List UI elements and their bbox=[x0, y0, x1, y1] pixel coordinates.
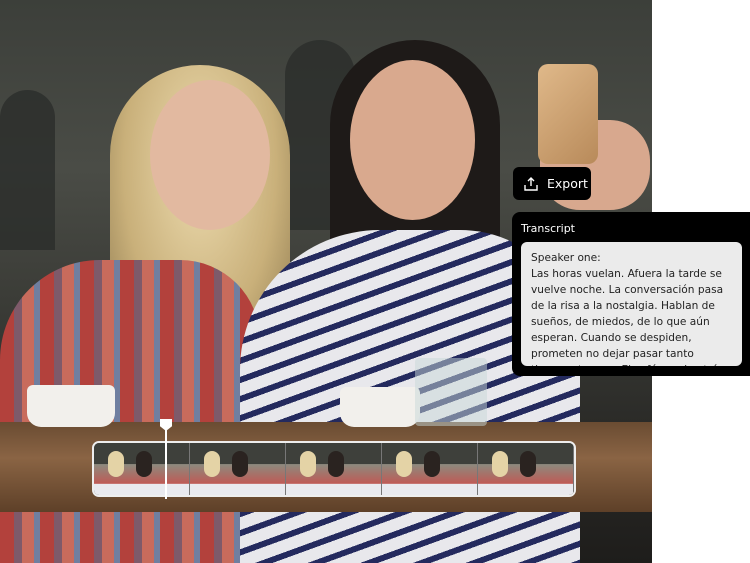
playhead-line[interactable] bbox=[165, 419, 167, 499]
export-button[interactable]: Export bbox=[513, 167, 591, 200]
timeline-frame bbox=[478, 443, 574, 495]
export-label: Export bbox=[547, 176, 588, 191]
transcript-text-box[interactable]: Speaker one: Las horas vuelan. Afuera la… bbox=[521, 242, 742, 366]
timeline-frame bbox=[94, 443, 190, 495]
transcript-panel: Transcript Speaker one: Las horas vuelan… bbox=[512, 212, 750, 376]
transcript-text: Las horas vuelan. Afuera la tarde se vue… bbox=[531, 268, 727, 366]
speaker-label: Speaker one: bbox=[531, 252, 601, 264]
cup bbox=[27, 385, 115, 427]
phone bbox=[538, 64, 598, 164]
timeline-frame bbox=[286, 443, 382, 495]
glass bbox=[415, 358, 487, 426]
cup bbox=[340, 387, 420, 427]
transcript-title: Transcript bbox=[521, 222, 575, 235]
share-export-icon bbox=[524, 176, 538, 191]
timeline-frame bbox=[190, 443, 286, 495]
timeline-frame bbox=[382, 443, 478, 495]
